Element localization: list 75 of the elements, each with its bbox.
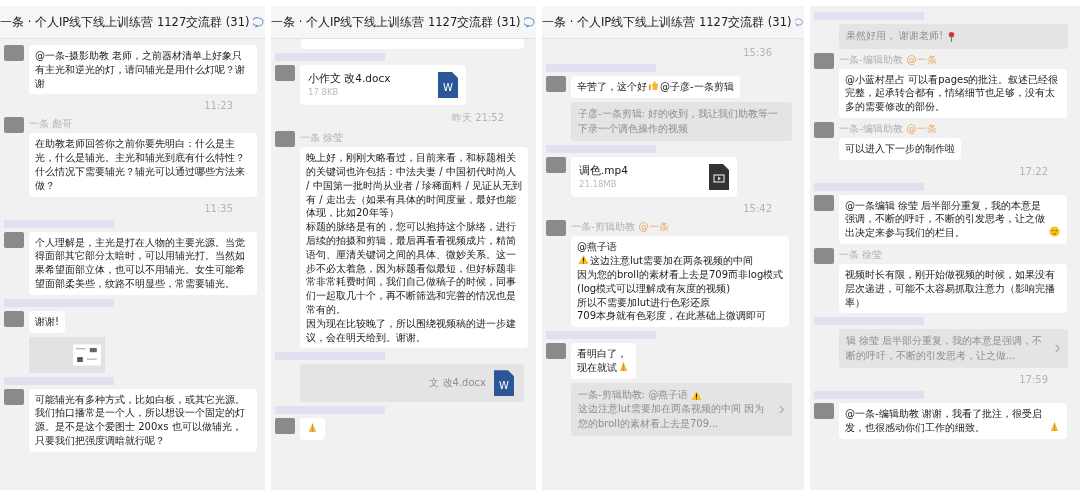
chevron-right-icon [778, 405, 785, 415]
warning-icon [691, 389, 703, 401]
chat-bubble-icon[interactable] [795, 15, 804, 29]
quoted-reply[interactable]: 果然好用， 谢谢老师! [839, 24, 1068, 49]
file-card[interactable]: 调色.mp4 21.18MB [571, 157, 737, 198]
message-text: 这边注意lut需要加在两条视频的中间 [590, 254, 754, 268]
sender-tag: @一条 [906, 52, 937, 67]
document-thumbnail-icon [73, 343, 101, 366]
chevron-right-icon [1054, 344, 1061, 354]
avatar[interactable] [814, 248, 834, 265]
avatar[interactable] [814, 403, 834, 420]
sender-tag: @一条 [638, 220, 669, 235]
smiley-face-icon [1049, 226, 1060, 238]
message-text: 现在就试 [577, 361, 617, 375]
quoted-file[interactable]: 文 改4.docx W [300, 364, 524, 403]
message-text: @一条-编辑助教 谢谢，我看了批注，很受启发，也很感动你们工作的细致。 [845, 407, 1043, 436]
message-text: @一条-摄影助教 老师，之前器材清单上好象只有主光和逆光的灯，请问辅光是用什么灯呢？谢谢 [35, 49, 246, 91]
message-text: 所以不需要加lut进行色彩还原 [577, 295, 711, 310]
message-text: 晚上好，刚刚大略看过，目前来看，和标题相关的关键词也许包括：中法夫妻 / 中国初代时尚人 / 中国第一批时尚从业者 / 珍稀面料 / 见证从无到有 / 走出去（如果有具体的时间度量，最好也能体现，比如20年等） [306, 151, 522, 221]
message-text: @燕子语 [577, 240, 617, 254]
timestamp: 17:59 [1019, 373, 1048, 388]
thumbs-up-icon [648, 80, 659, 91]
file-name: 文 改4.docx [429, 376, 486, 391]
message-text: 因为现在比较晚了，所以围绕视频稿的进一步建议，会在明天给到。谢谢。 [306, 316, 517, 345]
timestamp: 15:42 [743, 202, 772, 217]
quote-text: 果然好用， 谢谢老师! [846, 29, 944, 43]
message-text: @子彦-一条剪辑 [660, 80, 734, 94]
message-text: 可以进入下一步的制作啦 [845, 141, 955, 156]
message-text: 709本身就有色彩度，在此基础上微调即可 [577, 309, 767, 324]
avatar[interactable] [4, 231, 24, 248]
message-text: 看明白了， [577, 347, 627, 361]
warning-icon [578, 254, 589, 265]
message-text: 谢谢! [35, 314, 59, 329]
chat-title: 一条 · 个人IP线下线上训练营 1127交流群 (31) [0, 14, 250, 30]
timestamp: 11:35 [204, 201, 233, 216]
chat-title: 一条 · 个人IP线下线上训练营 1127交流群 (31) [542, 14, 792, 30]
avatar[interactable] [275, 418, 295, 435]
word-document-icon: W [494, 370, 514, 397]
avatar[interactable] [814, 52, 834, 69]
message-text: 在助教老师回答你之前你要先明白：什么是主光，什么是辅光。主光和辅光到底有什么特性？什么情况下需要辅光？辅光可以通过哪些方法来做？ [35, 137, 246, 193]
message-text: 辛苦了，这个好 [577, 80, 647, 94]
message-text: 可能辅光有多种方式，比如白板，或其它光源。我们拍口播常是一个人，所以想设一个固定的灯源。是不是这个爱图士 200xs 也可以做辅光，只要我们把强度调暗就行呢？ [35, 392, 246, 448]
avatar[interactable] [275, 131, 295, 148]
chat-title: 一条 · 个人IP线下线上训练营 1127交流群 (31) [271, 14, 521, 30]
quoted-reply[interactable]: 辑 徐莹 后半部分重复，我的本意是强调，不断的呼吁，不断的引发思考，让之做... [839, 329, 1068, 369]
avatar[interactable] [4, 310, 24, 327]
message-text: 个人理解是，主光是打在人物的主要光源。当觉得面部其它部分太暗时，可以用辅光打。当然如果希望面部立体，也可以不用辅光。女生可能希望面部柔美些，纹路不明显些，常需要辅光。 [35, 235, 246, 291]
word-document-icon: W [438, 72, 458, 99]
message-text: (log模式可以理解成有灰度的视频) [577, 281, 731, 296]
message-text: @一条编辑 徐莹 后半部分重复，我的本意是强调，不断的呼吁，不断的引发思考，让之做出决定来参与我们的栏目。 [845, 198, 1046, 241]
timestamp: 17:22 [1019, 164, 1048, 179]
chat-bubble-icon[interactable] [524, 15, 536, 29]
file-card[interactable]: 小作文 改4.docx 17.8KB W [300, 65, 466, 106]
file-size: 21.18MB [579, 179, 618, 192]
avatar[interactable] [814, 194, 834, 211]
avatar[interactable] [814, 121, 834, 138]
message-text: 视频时长有限，刚开始做视频的时候，如果没有层次递进，可能不太容易抓取注意力（影响完播率） [845, 268, 1056, 310]
file-name: 小作文 改4.docx [308, 71, 391, 86]
avatar[interactable] [4, 388, 24, 405]
avatar[interactable] [546, 220, 566, 237]
file-name: 调色.mp4 [579, 163, 628, 178]
image-thumbnail[interactable] [29, 336, 105, 373]
quote-text: 这边注意lut需要加在两条视频的中间 因为您的broll的素材看上去是709... [578, 402, 766, 431]
timestamp: 15:36 [743, 46, 772, 60]
avatar[interactable] [4, 117, 24, 134]
timestamp: 11:23 [204, 99, 233, 114]
sender-tag: @一条 [906, 121, 937, 136]
message-text: @小蓝村星占 可以看pages的批注。叙述已经很完整，起承转合都有，情绪细节也足够，没有太多的需要修改的部份。 [845, 72, 1060, 114]
video-file-icon [709, 164, 729, 191]
quote-text: 辑 徐莹 后半部分重复，我的本意是强调，不断的呼吁，不断的引发思考，让之做... [846, 334, 1044, 363]
file-size: 17.8KB [308, 87, 340, 100]
message-text: 标题的脉络是有的，您可以抱持这个脉络，进行后续的拍摄和剪辑，最后再看看视频成片，精简语句、厘清关键词之间的具体、微妙关系。这一步不必太着急，因为标题看似最短，但好标题非常非常耗费时间，我们自己做稿子的时候，同事们一起取几十个，再不断筛选和完善的情况也是常有的。 [306, 220, 517, 317]
message-text: 因为您的broll的素材看上去是709而非log模式 [577, 268, 784, 282]
avatar[interactable] [546, 343, 566, 360]
chat-bubble-icon[interactable] [253, 15, 265, 29]
